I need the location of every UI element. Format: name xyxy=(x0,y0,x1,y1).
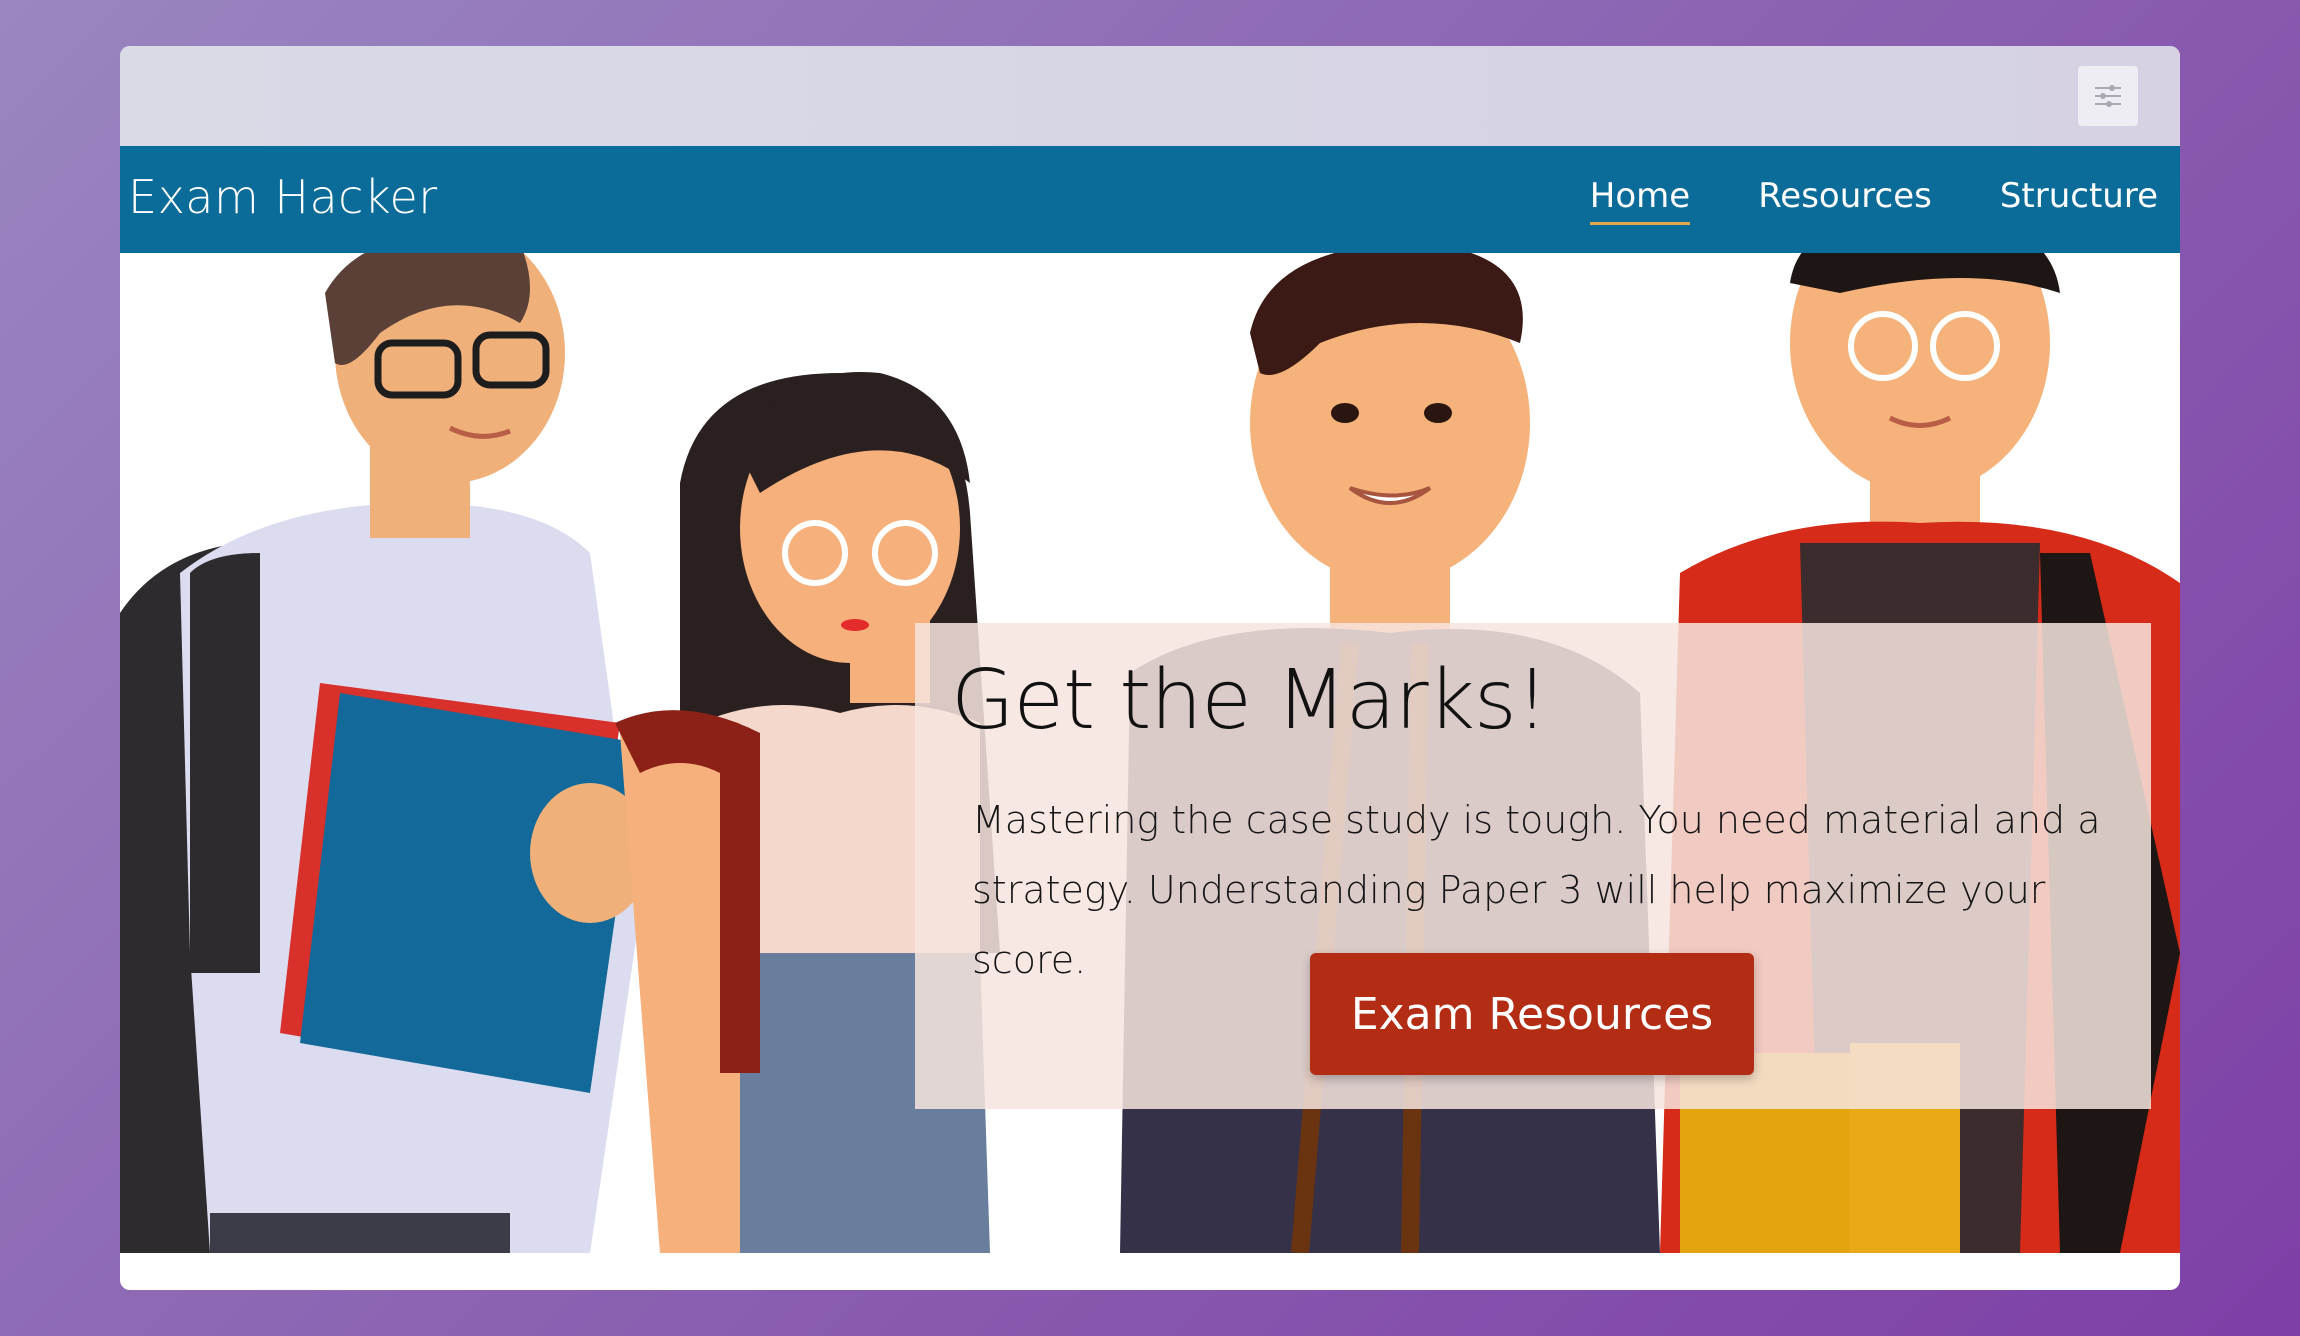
hero-title: Get the Marks! xyxy=(951,653,1549,748)
exam-resources-button[interactable]: Exam Resources xyxy=(1310,953,1754,1075)
browser-window: Exam Hacker Home Resources Structure Get… xyxy=(120,46,2180,1290)
nav-resources[interactable]: Resources xyxy=(1758,176,1932,225)
nav-links: Home Resources Structure xyxy=(1589,176,2158,225)
settings-button[interactable] xyxy=(2078,66,2138,126)
sliders-icon xyxy=(2095,85,2121,107)
navbar: Exam Hacker Home Resources Structure xyxy=(120,146,2180,253)
brand-logo[interactable]: Exam Hacker xyxy=(128,170,438,224)
top-bar xyxy=(120,46,2180,146)
hero-card: Get the Marks! Mastering the case study … xyxy=(915,623,2151,1109)
nav-structure[interactable]: Structure xyxy=(2000,176,2158,225)
hero-section: Get the Marks! Mastering the case study … xyxy=(120,253,2180,1253)
nav-home[interactable]: Home xyxy=(1589,176,1691,225)
